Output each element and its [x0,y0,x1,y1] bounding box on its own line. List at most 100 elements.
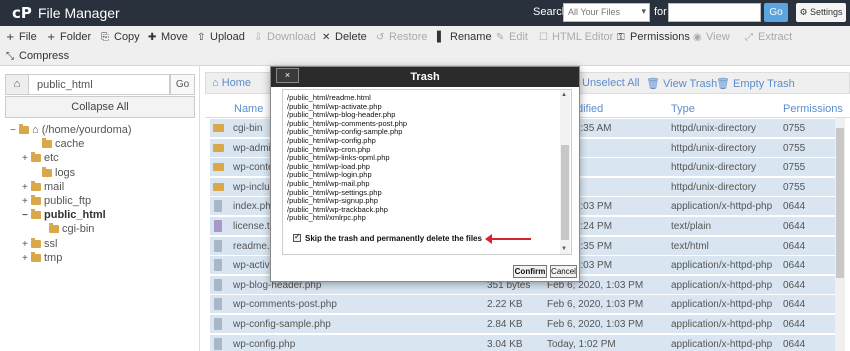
cell-perms: 0644 [783,240,806,252]
folder-icon [31,180,41,191]
col-permissions[interactable]: Permissions [783,103,843,115]
cell-perms: 0644 [783,260,806,272]
table-row[interactable]: wp-config.php 3.04 KB Today, 1:02 PM applic… [210,334,835,351]
folder-icon [213,182,224,191]
toolbar-move-button[interactable]: ✚ Move [148,31,188,43]
collapse-icon[interactable]: − [22,210,31,221]
search-input[interactable] [668,3,761,22]
cell-name: wp-config.php [233,338,296,350]
tree-item-cgi-bin[interactable]: cgi-bin [40,223,94,235]
toolbar-file-button[interactable]: + File [6,31,37,43]
top-header: cP File Manager Search All Your Files fo… [0,0,850,26]
cell-name: wp-incluc [233,181,275,193]
confirm-button[interactable]: Confirm [513,265,547,278]
search-scope-select[interactable]: All Your Files [563,3,650,22]
tree-item-cache[interactable]: cache [33,138,84,150]
cell-type: application/x-httpd-php [671,319,773,330]
collapse-icon[interactable]: − [10,125,19,136]
plus-icon: + [47,32,56,43]
tree-item-home-yourdoma[interactable]: − ⌂ (/home/yourdoma) [10,124,132,136]
cell-perms: 0755 [783,142,806,154]
skip-trash-option[interactable]: Skip the trash and permanently delete th… [293,232,482,243]
edit-icon: ✎ [496,32,505,43]
tree-item-ssl[interactable]: + ssl [22,237,57,250]
unselect-all-button[interactable]: Unselect All [582,77,639,89]
delete-icon: ✕ [322,32,331,43]
restore-icon: ↺ [376,32,385,43]
expand-icon[interactable]: + [22,196,31,207]
folder-icon [213,143,224,152]
toolbar-restore-button[interactable]: ↺ Restore [376,31,428,43]
toolbar-rename-button[interactable]: ▌ Rename [437,31,492,43]
col-type[interactable]: Type [671,103,695,115]
toolbar-html-editor-button[interactable]: ☐ HTML Editor [539,31,613,43]
table-row[interactable]: wp-config-sample.php 2.84 KB Feb 6, 2020, … [210,315,835,334]
scroll-up-icon[interactable]: ▲ [561,92,567,98]
tree-item-etc[interactable]: + etc [22,152,59,164]
toolbar-upload-button[interactable]: ⇧ Upload [197,31,245,43]
expand-icon[interactable]: + [22,253,31,264]
cell-perms: 0644 [783,338,806,350]
home-nav-button[interactable]: ⌂ Home [212,77,251,89]
toolbar-delete-button[interactable]: ✕ Delete [322,31,367,43]
col-modified[interactable]: dified [577,103,603,115]
dialog-scrollbar[interactable]: ▲ ▼ [560,90,570,254]
cell-perms: 0644 [783,299,806,311]
toolbar-permissions-button[interactable]: ⚿ Permissions [617,31,690,43]
rename-icon: ▌ [437,32,445,43]
folder-icon [42,138,52,149]
download-icon: ⇩ [254,32,263,43]
scroll-down-icon[interactable]: ▼ [561,246,567,252]
tree-item-tmp[interactable]: + tmp [22,251,62,264]
trash-file-item: /public_html/xmlrpc.php [287,213,366,223]
cell-type: text/html [671,240,709,252]
toolbar-view-button[interactable]: ◉ View [693,31,730,43]
toolbar: + File + Folder ⎘ Copy ✚ Move ⇧ Upload ⇩ Download ✕ D… [0,26,850,66]
settings-button[interactable]: ⚙ Settings [796,3,846,22]
home-icon: ⌂ [212,77,222,89]
copy-icon: ⎘ [101,32,109,43]
table-row[interactable]: wp-comments-post.php 2.22 KB Feb 6, 2020, … [210,295,835,315]
search-go-button[interactable]: Go [764,3,788,22]
path-input[interactable]: public_html [29,74,170,95]
close-button[interactable]: × [276,68,299,83]
folder-icon [31,237,41,248]
tree-item-logs[interactable]: logs [33,166,75,179]
file-icon [214,259,222,272]
tree-item-public-ftp[interactable]: + public_ftp [22,195,91,207]
toolbar-compress-button[interactable]: ⤡ Compress [6,50,69,62]
file-list-scrollbar[interactable] [835,118,845,351]
folder-icon [31,195,41,205]
col-name[interactable]: Name [234,103,263,115]
cell-perms: 0755 [783,162,806,174]
view-trash-button[interactable]: 🗑 View Trash [646,77,717,90]
toolbar-download-button[interactable]: ⇩ Download [254,31,316,43]
home-icon[interactable]: ⌂ [5,74,29,95]
compress-icon: ⤡ [6,51,14,62]
path-go-button[interactable]: Go [170,74,195,95]
skip-trash-checkbox[interactable] [293,232,301,242]
file-icon [214,318,222,330]
cell-modified: Today, 1:02 PM [547,338,616,350]
cell-type: httpd/unix-directory [671,162,757,174]
tree-item-public-html[interactable]: − public_html [22,209,106,221]
extract-icon: ⤢ [745,32,753,43]
folder-icon [31,152,41,163]
cell-type: application/x-httpd-php [671,201,773,213]
empty-trash-button[interactable]: 🗑 Empty Trash [716,77,795,90]
trash-icon: 🗑 [646,78,664,90]
expand-icon[interactable]: + [22,239,31,250]
collapse-all-button[interactable]: Collapse All [5,96,195,118]
folder-icon [213,163,224,172]
tree-item-mail[interactable]: + mail [22,180,64,193]
eye-icon: ◉ [693,32,702,43]
cancel-button[interactable]: Cancel [550,265,577,278]
expand-icon[interactable]: + [22,182,31,193]
toolbar-edit-button[interactable]: ✎ Edit [496,31,528,43]
upload-icon: ⇧ [197,32,206,43]
red-arrow-annotation [485,234,531,244]
toolbar-extract-button[interactable]: ⤢ Extract [745,31,792,43]
toolbar-folder-button[interactable]: + Folder [47,31,91,43]
expand-icon[interactable]: + [22,153,31,164]
toolbar-copy-button[interactable]: ⎘ Copy [101,31,140,43]
